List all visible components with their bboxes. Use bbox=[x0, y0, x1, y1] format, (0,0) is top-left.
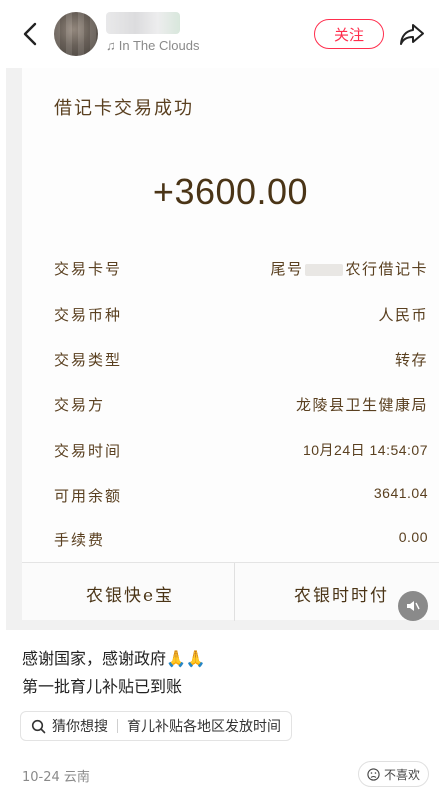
row-key: 交易时间 bbox=[54, 442, 123, 460]
row-value: 龙陵县卫生健康局 bbox=[295, 396, 428, 414]
music-label: In The Clouds bbox=[118, 38, 200, 53]
receipt-button-right: 农银时时付 bbox=[294, 586, 389, 606]
speaker-icon bbox=[407, 601, 420, 611]
row-value: 3641.04 bbox=[373, 485, 428, 501]
dislike-button[interactable]: 不喜欢 bbox=[358, 761, 430, 787]
row-key: 交易类型 bbox=[54, 351, 123, 369]
share-icon[interactable] bbox=[398, 20, 426, 48]
sad-face-icon bbox=[367, 767, 380, 781]
sound-toggle-button[interactable] bbox=[398, 591, 428, 621]
row-key: 交易卡号 bbox=[54, 260, 123, 278]
avatar[interactable] bbox=[54, 12, 98, 56]
redaction-mask bbox=[305, 264, 344, 276]
caption-line: 感谢国家，感谢政府🙏🙏 bbox=[22, 649, 206, 668]
search-icon bbox=[31, 719, 46, 733]
divider bbox=[117, 719, 118, 733]
row-key: 交易币种 bbox=[54, 306, 123, 324]
receipt-actions: 农银快e宝 农银时时付 bbox=[22, 562, 439, 621]
row-value: 0.00 bbox=[398, 529, 428, 545]
row-value: 转存 bbox=[394, 351, 428, 369]
follow-button[interactable]: 关注 bbox=[314, 19, 384, 49]
row-counterparty: 交易方 龙陵县卫生健康局 bbox=[54, 394, 428, 420]
row-value: 尾号 农行借记卡 bbox=[270, 260, 428, 278]
row-key: 可用余额 bbox=[54, 487, 123, 505]
row-value: 人民币 bbox=[378, 306, 428, 324]
suggested-search-pill[interactable]: 猜你想搜 育儿补贴各地区发放时间 bbox=[20, 711, 292, 741]
row-balance: 可用余额 3641.04 bbox=[54, 485, 428, 511]
row-value: 10月24日 14:54:07 bbox=[302, 442, 428, 458]
search-query: 育儿补贴各地区发放时间 bbox=[127, 719, 281, 735]
post-date-location: 10-24 云南 bbox=[22, 770, 90, 785]
row-currency: 交易币种 人民币 bbox=[54, 304, 428, 330]
row-key: 手续费 bbox=[54, 531, 106, 549]
row-fee: 手续费 0.00 bbox=[54, 529, 428, 555]
receipt-card: 借记卡交易成功 +3600.00 交易卡号 尾号 农行借记卡 交易币种 人民币 交… bbox=[22, 68, 439, 562]
row-type: 交易类型 转存 bbox=[54, 349, 428, 375]
receipt-button-left: 农银快e宝 bbox=[86, 586, 175, 606]
divider bbox=[234, 563, 235, 621]
back-arrow-icon[interactable] bbox=[18, 20, 44, 48]
caption-line: 第一批育儿补贴已到账 bbox=[22, 677, 183, 696]
row-time: 交易时间 10月24日 14:54:07 bbox=[54, 440, 428, 466]
receipt-amount: +3600.00 bbox=[152, 171, 309, 212]
music-note-icon: ♫ bbox=[106, 38, 116, 53]
music-tag[interactable]: ♫ In The Clouds bbox=[106, 38, 199, 53]
post-caption: 感谢国家，感谢政府🙏🙏 第一批育儿补贴已到账 bbox=[22, 645, 206, 701]
dislike-label: 不喜欢 bbox=[384, 767, 421, 782]
receipt-title: 借记卡交易成功 bbox=[54, 98, 194, 119]
username[interactable] bbox=[106, 12, 180, 34]
row-card-number: 交易卡号 尾号 农行借记卡 bbox=[54, 258, 428, 284]
post-image[interactable]: 借记卡交易成功 +3600.00 交易卡号 尾号 农行借记卡 交易币种 人民币 交… bbox=[6, 68, 439, 630]
search-prefix: 猜你想搜 bbox=[52, 719, 108, 735]
row-key: 交易方 bbox=[54, 396, 106, 414]
top-bar: ♫ In The Clouds 关注 bbox=[0, 0, 445, 68]
